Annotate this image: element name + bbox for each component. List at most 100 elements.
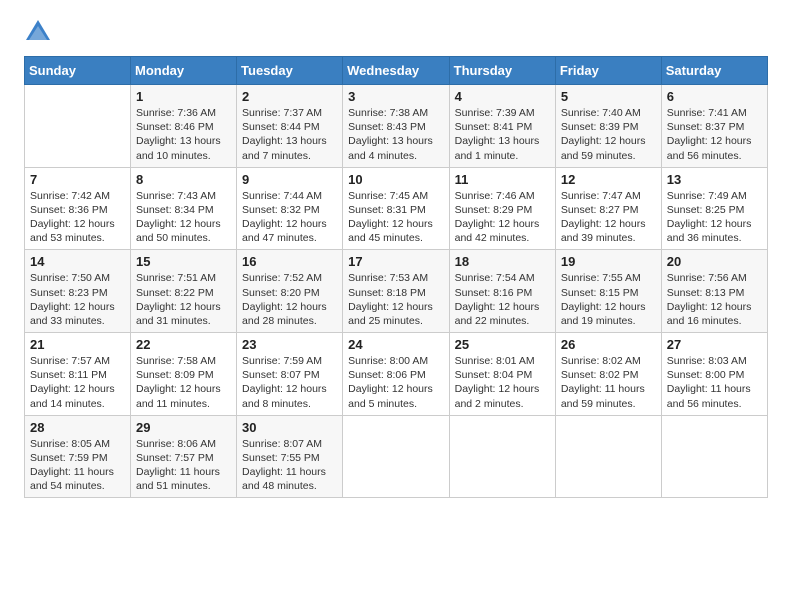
day-info: Sunrise: 7:43 AM Sunset: 8:34 PM Dayligh… bbox=[136, 189, 231, 246]
table-row bbox=[25, 85, 131, 168]
day-info: Sunrise: 7:44 AM Sunset: 8:32 PM Dayligh… bbox=[242, 189, 337, 246]
table-row: 19 Sunrise: 7:55 AM Sunset: 8:15 PM Dayli… bbox=[555, 250, 661, 333]
day-info: Sunrise: 7:53 AM Sunset: 8:18 PM Dayligh… bbox=[348, 271, 443, 328]
table-row: 26Sunrise: 8:02 AM Sunset: 8:02 PM Dayli… bbox=[555, 333, 661, 416]
day-info: Sunrise: 7:58 AM Sunset: 8:09 PM Dayligh… bbox=[136, 354, 231, 411]
table-row bbox=[449, 415, 555, 498]
table-row: 28 Sunrise: 8:05 AM Sunset: 7:59 PM Dayli… bbox=[25, 415, 131, 498]
table-row: 10 Sunrise: 7:45 AM Sunset: 8:31 PM Dayli… bbox=[343, 167, 449, 250]
day-info: Sunrise: 8:06 AM Sunset: 7:57 PM Dayligh… bbox=[136, 437, 231, 494]
calendar-week-row: 7 Sunrise: 7:42 AM Sunset: 8:36 PM Daylig… bbox=[25, 167, 768, 250]
day-number: 19 bbox=[561, 254, 656, 269]
table-row: 12Sunrise: 7:47 AM Sunset: 8:27 PM Dayli… bbox=[555, 167, 661, 250]
page-header bbox=[24, 18, 768, 46]
day-number: 14 bbox=[30, 254, 125, 269]
header-sunday: Sunday bbox=[25, 57, 131, 85]
table-row: 21 Sunrise: 7:57 AM Sunset: 8:11 PM Dayli… bbox=[25, 333, 131, 416]
day-number: 1 bbox=[136, 89, 231, 104]
table-row: 7 Sunrise: 7:42 AM Sunset: 8:36 PM Daylig… bbox=[25, 167, 131, 250]
calendar-week-row: 21 Sunrise: 7:57 AM Sunset: 8:11 PM Dayli… bbox=[25, 333, 768, 416]
logo-icon bbox=[24, 18, 52, 46]
table-row: 6 Sunrise: 7:41 AM Sunset: 8:37 PM Daylig… bbox=[661, 85, 767, 168]
logo bbox=[24, 18, 56, 46]
table-row: 18 Sunrise: 7:54 AM Sunset: 8:16 PM Dayli… bbox=[449, 250, 555, 333]
day-info: Sunrise: 7:54 AM Sunset: 8:16 PM Dayligh… bbox=[455, 271, 550, 328]
day-number: 28 bbox=[30, 420, 125, 435]
calendar-week-row: 28 Sunrise: 8:05 AM Sunset: 7:59 PM Dayli… bbox=[25, 415, 768, 498]
day-info: Sunrise: 7:40 AM Sunset: 8:39 PM Dayligh… bbox=[561, 106, 656, 163]
day-info: Sunrise: 7:38 AM Sunset: 8:43 PM Dayligh… bbox=[348, 106, 443, 163]
day-info: Sunrise: 8:00 AM Sunset: 8:06 PM Dayligh… bbox=[348, 354, 443, 411]
day-number: 12 bbox=[561, 172, 656, 187]
day-info: Sunrise: 8:05 AM Sunset: 7:59 PM Dayligh… bbox=[30, 437, 125, 494]
day-number: 23 bbox=[242, 337, 337, 352]
header-friday: Friday bbox=[555, 57, 661, 85]
day-number: 11 bbox=[455, 172, 550, 187]
table-row: 29 Sunrise: 8:06 AM Sunset: 7:57 PM Dayli… bbox=[131, 415, 237, 498]
table-row: 1 Sunrise: 7:36 AM Sunset: 8:46 PM Daylig… bbox=[131, 85, 237, 168]
day-number: 29 bbox=[136, 420, 231, 435]
table-row: 16 Sunrise: 7:52 AM Sunset: 8:20 PM Dayli… bbox=[237, 250, 343, 333]
day-number: 8 bbox=[136, 172, 231, 187]
calendar-week-row: 14 Sunrise: 7:50 AM Sunset: 8:23 PM Dayli… bbox=[25, 250, 768, 333]
header-saturday: Saturday bbox=[661, 57, 767, 85]
day-info: Sunrise: 7:51 AM Sunset: 8:22 PM Dayligh… bbox=[136, 271, 231, 328]
day-info: Sunrise: 7:57 AM Sunset: 8:11 PM Dayligh… bbox=[30, 354, 125, 411]
calendar-week-row: 1 Sunrise: 7:36 AM Sunset: 8:46 PM Daylig… bbox=[25, 85, 768, 168]
day-number: 5 bbox=[561, 89, 656, 104]
day-number: 6 bbox=[667, 89, 762, 104]
day-info: Sunrise: 8:01 AM Sunset: 8:04 PM Dayligh… bbox=[455, 354, 550, 411]
day-number: 21 bbox=[30, 337, 125, 352]
table-row: 3Sunrise: 7:38 AM Sunset: 8:43 PM Daylig… bbox=[343, 85, 449, 168]
day-number: 25 bbox=[455, 337, 550, 352]
day-number: 7 bbox=[30, 172, 125, 187]
day-number: 20 bbox=[667, 254, 762, 269]
day-info: Sunrise: 7:55 AM Sunset: 8:15 PM Dayligh… bbox=[561, 271, 656, 328]
day-info: Sunrise: 7:36 AM Sunset: 8:46 PM Dayligh… bbox=[136, 106, 231, 163]
table-row: 25 Sunrise: 8:01 AM Sunset: 8:04 PM Dayli… bbox=[449, 333, 555, 416]
day-number: 13 bbox=[667, 172, 762, 187]
table-row bbox=[661, 415, 767, 498]
day-number: 22 bbox=[136, 337, 231, 352]
day-number: 24 bbox=[348, 337, 443, 352]
table-row: 23Sunrise: 7:59 AM Sunset: 8:07 PM Dayli… bbox=[237, 333, 343, 416]
table-row: 15Sunrise: 7:51 AM Sunset: 8:22 PM Dayli… bbox=[131, 250, 237, 333]
day-number: 17 bbox=[348, 254, 443, 269]
day-info: Sunrise: 8:03 AM Sunset: 8:00 PM Dayligh… bbox=[667, 354, 762, 411]
day-number: 27 bbox=[667, 337, 762, 352]
day-info: Sunrise: 7:46 AM Sunset: 8:29 PM Dayligh… bbox=[455, 189, 550, 246]
day-number: 16 bbox=[242, 254, 337, 269]
day-info: Sunrise: 7:50 AM Sunset: 8:23 PM Dayligh… bbox=[30, 271, 125, 328]
day-number: 10 bbox=[348, 172, 443, 187]
calendar-table: Sunday Monday Tuesday Wednesday Thursday… bbox=[24, 56, 768, 498]
day-info: Sunrise: 7:52 AM Sunset: 8:20 PM Dayligh… bbox=[242, 271, 337, 328]
table-row: 22 Sunrise: 7:58 AM Sunset: 8:09 PM Dayli… bbox=[131, 333, 237, 416]
table-row: 24 Sunrise: 8:00 AM Sunset: 8:06 PM Dayli… bbox=[343, 333, 449, 416]
day-info: Sunrise: 7:49 AM Sunset: 8:25 PM Dayligh… bbox=[667, 189, 762, 246]
day-number: 2 bbox=[242, 89, 337, 104]
table-row: 14 Sunrise: 7:50 AM Sunset: 8:23 PM Dayli… bbox=[25, 250, 131, 333]
day-info: Sunrise: 7:39 AM Sunset: 8:41 PM Dayligh… bbox=[455, 106, 550, 163]
table-row: 5 Sunrise: 7:40 AM Sunset: 8:39 PM Daylig… bbox=[555, 85, 661, 168]
header-tuesday: Tuesday bbox=[237, 57, 343, 85]
day-number: 26 bbox=[561, 337, 656, 352]
header-wednesday: Wednesday bbox=[343, 57, 449, 85]
table-row: 11 Sunrise: 7:46 AM Sunset: 8:29 PM Dayli… bbox=[449, 167, 555, 250]
day-info: Sunrise: 7:41 AM Sunset: 8:37 PM Dayligh… bbox=[667, 106, 762, 163]
header-thursday: Thursday bbox=[449, 57, 555, 85]
table-row: 2 Sunrise: 7:37 AM Sunset: 8:44 PM Daylig… bbox=[237, 85, 343, 168]
day-info: Sunrise: 8:07 AM Sunset: 7:55 PM Dayligh… bbox=[242, 437, 337, 494]
day-number: 18 bbox=[455, 254, 550, 269]
table-row bbox=[555, 415, 661, 498]
table-row: 4Sunrise: 7:39 AM Sunset: 8:41 PM Daylig… bbox=[449, 85, 555, 168]
day-info: Sunrise: 7:37 AM Sunset: 8:44 PM Dayligh… bbox=[242, 106, 337, 163]
day-info: Sunrise: 7:45 AM Sunset: 8:31 PM Dayligh… bbox=[348, 189, 443, 246]
header-monday: Monday bbox=[131, 57, 237, 85]
day-info: Sunrise: 7:56 AM Sunset: 8:13 PM Dayligh… bbox=[667, 271, 762, 328]
table-row: 17 Sunrise: 7:53 AM Sunset: 8:18 PM Dayli… bbox=[343, 250, 449, 333]
day-info: Sunrise: 7:42 AM Sunset: 8:36 PM Dayligh… bbox=[30, 189, 125, 246]
table-row: 13 Sunrise: 7:49 AM Sunset: 8:25 PM Dayli… bbox=[661, 167, 767, 250]
table-row: 30 Sunrise: 8:07 AM Sunset: 7:55 PM Dayli… bbox=[237, 415, 343, 498]
weekday-header-row: Sunday Monday Tuesday Wednesday Thursday… bbox=[25, 57, 768, 85]
day-number: 30 bbox=[242, 420, 337, 435]
